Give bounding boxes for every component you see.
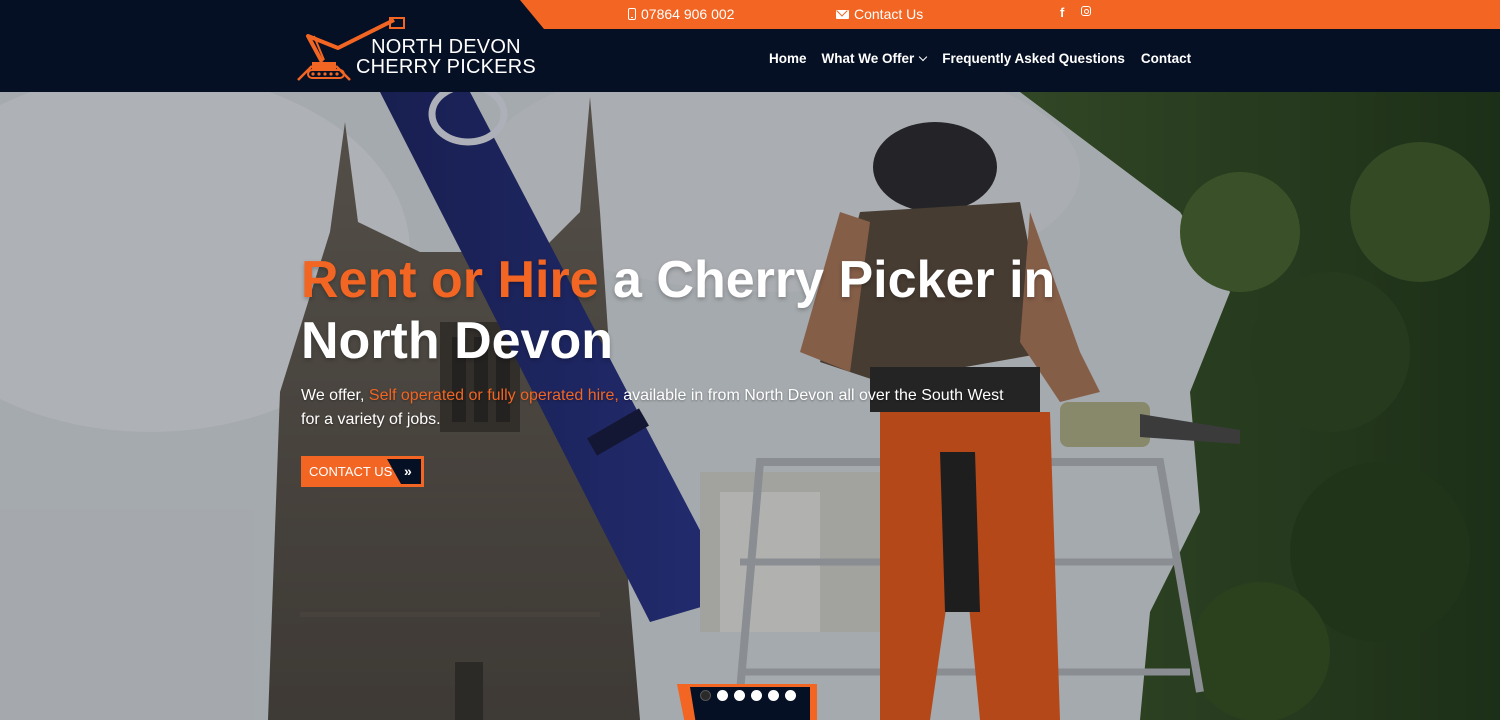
nav-contact[interactable]: Contact [1141, 51, 1191, 66]
email-label: Contact Us [854, 6, 924, 22]
phone-number: 07864 906 002 [641, 6, 735, 22]
slider-dot-3[interactable] [734, 690, 745, 701]
site-logo[interactable]: NORTH DEVON CHERRY PICKERS [294, 14, 536, 86]
nav-what-we-offer[interactable]: What We Offer [821, 51, 928, 66]
nav-home[interactable]: Home [769, 51, 807, 66]
instagram-icon[interactable] [1081, 6, 1091, 16]
site-header: 07864 906 002 Contact Us f NORTH DEVON C… [0, 0, 1500, 92]
logo-line-2: CHERRY PICKERS [356, 56, 536, 78]
slider-dot-5[interactable] [768, 690, 779, 701]
facebook-icon[interactable]: f [1060, 5, 1064, 20]
hero-subtext-highlight: Self operated or fully operated hire, [368, 387, 619, 404]
logo-line-1: NORTH DEVON [371, 36, 521, 58]
hero-heading-highlight: Rent or Hire [301, 251, 599, 309]
slider-dot-6[interactable] [785, 690, 796, 701]
slider-pagination [677, 684, 817, 720]
hero-slider: Rent or Hire a Cherry Picker in North De… [0, 92, 1500, 720]
slider-dot-4[interactable] [751, 690, 762, 701]
hero-subtext: We offer, Self operated or fully operate… [301, 384, 1021, 432]
envelope-icon [836, 9, 849, 19]
contact-us-button[interactable]: CONTACT US » [301, 456, 424, 487]
slider-dot-2[interactable] [717, 690, 728, 701]
contact-us-button-label: CONTACT US [309, 464, 393, 479]
logo-wordmark: NORTH DEVON CHERRY PICKERS [356, 37, 536, 77]
nav-faq[interactable]: Frequently Asked Questions [942, 51, 1125, 66]
chevron-down-icon [919, 52, 928, 62]
slider-dot-1[interactable] [700, 690, 711, 701]
phone-icon [628, 8, 636, 20]
hero-heading: Rent or Hire a Cherry Picker in North De… [301, 250, 1181, 372]
nav-what-we-offer-label: What We Offer [821, 51, 915, 66]
hero-subtext-prefix: We offer, [301, 387, 369, 404]
email-link[interactable]: Contact Us [836, 6, 923, 22]
slider-dots [700, 690, 796, 701]
main-nav: Home What We Offer Frequently Asked Ques… [769, 51, 1191, 66]
phone-link[interactable]: 07864 906 002 [628, 6, 734, 22]
top-contact-bar: 07864 906 002 Contact Us f [520, 0, 1500, 29]
